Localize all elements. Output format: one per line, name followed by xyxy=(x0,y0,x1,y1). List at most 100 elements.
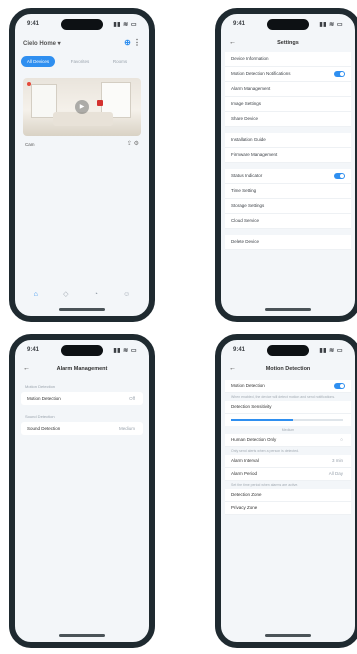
help-note: When enabled, the device will detect mot… xyxy=(225,393,351,401)
card-value: Off xyxy=(129,396,135,401)
status-bar: 9:41 ▮▮ ≋ ▭ xyxy=(221,346,355,356)
status-time: 9:41 xyxy=(233,347,246,353)
toggle-switch[interactable] xyxy=(334,173,345,179)
settings-icon[interactable]: ⚙ xyxy=(134,141,139,147)
alarm-period-row[interactable]: Alarm Period All Day xyxy=(225,468,351,481)
status-signals: ▮▮ ≋ ▭ xyxy=(113,22,137,28)
row-label: Device Information xyxy=(231,56,269,61)
row-label: Privacy Zone xyxy=(231,505,258,510)
slider-fill xyxy=(231,419,293,421)
home-indicator xyxy=(265,308,311,311)
camera-preview[interactable]: ▶ xyxy=(23,78,141,136)
more-icon[interactable]: ⋮ xyxy=(133,38,141,47)
nav-scene[interactable]: ◇ xyxy=(63,291,68,299)
privacy-zone-row[interactable]: Privacy Zone xyxy=(225,502,351,515)
status-signals: ▮▮ ≋ ▭ xyxy=(113,348,137,354)
card-value: Medium xyxy=(118,426,135,431)
camera-scene-sofa xyxy=(53,112,113,126)
sensitivity-slider[interactable] xyxy=(225,414,351,426)
toggle-switch[interactable] xyxy=(334,383,345,389)
help-note: Set the time period when alarms are acti… xyxy=(225,481,351,489)
row-label: Motion Detection xyxy=(231,383,265,388)
card-label: Motion Detection xyxy=(27,396,61,401)
settings-row[interactable]: Installation Guide xyxy=(225,133,351,148)
motion-block: Motion Detection When enabled, the devic… xyxy=(225,380,351,515)
nav-alarm[interactable]: ◔ xyxy=(94,291,98,299)
share-icon[interactable]: ⇪ xyxy=(127,141,132,147)
tab-favorites[interactable]: Favorites xyxy=(65,56,95,67)
row-value: 3 min xyxy=(331,458,343,463)
status-time: 9:41 xyxy=(27,347,40,353)
alarm-interval-row[interactable]: Alarm Interval 3 min xyxy=(225,455,351,468)
alarm-icon: ◔ xyxy=(93,291,98,298)
motion-detection-card[interactable]: Motion Detection Off xyxy=(21,392,143,405)
back-arrow-icon[interactable]: ← xyxy=(229,362,236,376)
tab-rooms[interactable]: Rooms xyxy=(105,56,135,67)
status-signals: ▮▮ ≋ ▭ xyxy=(319,22,343,28)
sound-detection-card[interactable]: Sound Detection Medium xyxy=(21,422,143,435)
row-label: Motion Detection Notifications xyxy=(231,71,291,76)
page-header: ← Settings xyxy=(221,36,355,50)
settings-row[interactable]: Status Indicator xyxy=(225,169,351,184)
nav-profile[interactable]: ☺ xyxy=(123,291,130,299)
row-label: Firmware Management xyxy=(231,152,278,157)
section-label: Motion Detection xyxy=(25,384,56,389)
status-time: 9:41 xyxy=(233,21,246,27)
row-label: Status Indicator xyxy=(231,173,263,178)
page-title: Settings xyxy=(277,40,299,46)
profile-icon: ☺ xyxy=(123,291,131,298)
phone-settings-screen: 9:41 ▮▮ ≋ ▭ ← Settings Device Informatio… xyxy=(215,8,357,322)
row-label: Installation Guide xyxy=(231,137,266,142)
home-header: Cielo Home ▾ ⊕ ⋮ xyxy=(23,38,141,50)
settings-row[interactable]: Delete Device xyxy=(225,235,351,250)
phone-motion-screen: 9:41 ▮▮ ≋ ▭ ← Motion Detection Motion De… xyxy=(215,334,357,648)
slider-value-text: Medium xyxy=(225,426,351,434)
row-label: Alarm Interval xyxy=(231,458,259,463)
settings-list: Device Information Motion Detection Notif… xyxy=(225,52,351,250)
settings-row[interactable]: Cloud Service xyxy=(225,214,351,229)
row-label: Cloud Service xyxy=(231,218,260,223)
status-signals: ▮▮ ≋ ▭ xyxy=(319,348,343,354)
phone-alarm-screen: 9:41 ▮▮ ≋ ▭ ← Alarm Management Motion De… xyxy=(9,334,155,648)
back-arrow-icon[interactable]: ← xyxy=(23,362,30,376)
status-time: 9:41 xyxy=(27,21,40,27)
bottom-nav: ⌂ ◇ ◔ ☺ xyxy=(21,288,143,302)
phone-home-screen: 9:41 ▮▮ ≋ ▭ Cielo Home ▾ ⊕ ⋮ All Devices… xyxy=(9,8,155,322)
toggle-switch[interactable] xyxy=(334,71,345,77)
home-indicator xyxy=(59,634,105,637)
row-label: Alarm Management xyxy=(231,86,271,91)
settings-row[interactable]: Storage Settings xyxy=(225,199,351,214)
row-label: Share Device xyxy=(231,116,259,121)
detection-zone-row[interactable]: Detection Zone xyxy=(225,489,351,502)
settings-row[interactable]: Firmware Management xyxy=(225,148,351,163)
row-value: All Day xyxy=(328,471,343,476)
help-note: Only send alerts when a person is detect… xyxy=(225,447,351,455)
tab-all-devices[interactable]: All Devices xyxy=(21,56,55,67)
settings-row[interactable]: Motion Detection Notifications xyxy=(225,67,351,82)
settings-row[interactable]: Time Setting xyxy=(225,184,351,199)
page-title: Motion Detection xyxy=(265,366,311,372)
row-label: Delete Device xyxy=(231,239,260,244)
status-bar: 9:41 ▮▮ ≋ ▭ xyxy=(221,20,355,30)
settings-row[interactable]: Share Device xyxy=(225,112,351,127)
page-title: Alarm Management xyxy=(56,366,108,372)
nav-home[interactable]: ⌂ xyxy=(34,291,38,299)
row-label: Image Settings xyxy=(231,101,262,106)
settings-row[interactable]: Image Settings xyxy=(225,97,351,112)
settings-row[interactable]: Device Information xyxy=(225,52,351,67)
motion-toggle-row[interactable]: Motion Detection xyxy=(225,380,351,393)
status-bar: 9:41 ▮▮ ≋ ▭ xyxy=(15,346,149,356)
device-tabs: All Devices Favorites Rooms xyxy=(21,56,149,68)
human-detection-row[interactable]: Human Detection Only ○ xyxy=(225,434,351,447)
play-icon[interactable]: ▶ xyxy=(75,100,89,114)
row-label: Alarm Period xyxy=(231,471,258,476)
home-selector[interactable]: Cielo Home ▾ xyxy=(23,40,61,47)
settings-row[interactable]: Alarm Management xyxy=(225,82,351,97)
page-header: ← Alarm Management xyxy=(15,362,149,376)
plus-icon[interactable]: ⊕ xyxy=(124,38,131,47)
section-label: Sound Detection xyxy=(25,414,55,419)
page-header: ← Motion Detection xyxy=(221,362,355,376)
back-arrow-icon[interactable]: ← xyxy=(229,36,236,50)
camera-name: Cam xyxy=(25,142,35,147)
checkbox-icon[interactable]: ○ xyxy=(340,434,343,446)
